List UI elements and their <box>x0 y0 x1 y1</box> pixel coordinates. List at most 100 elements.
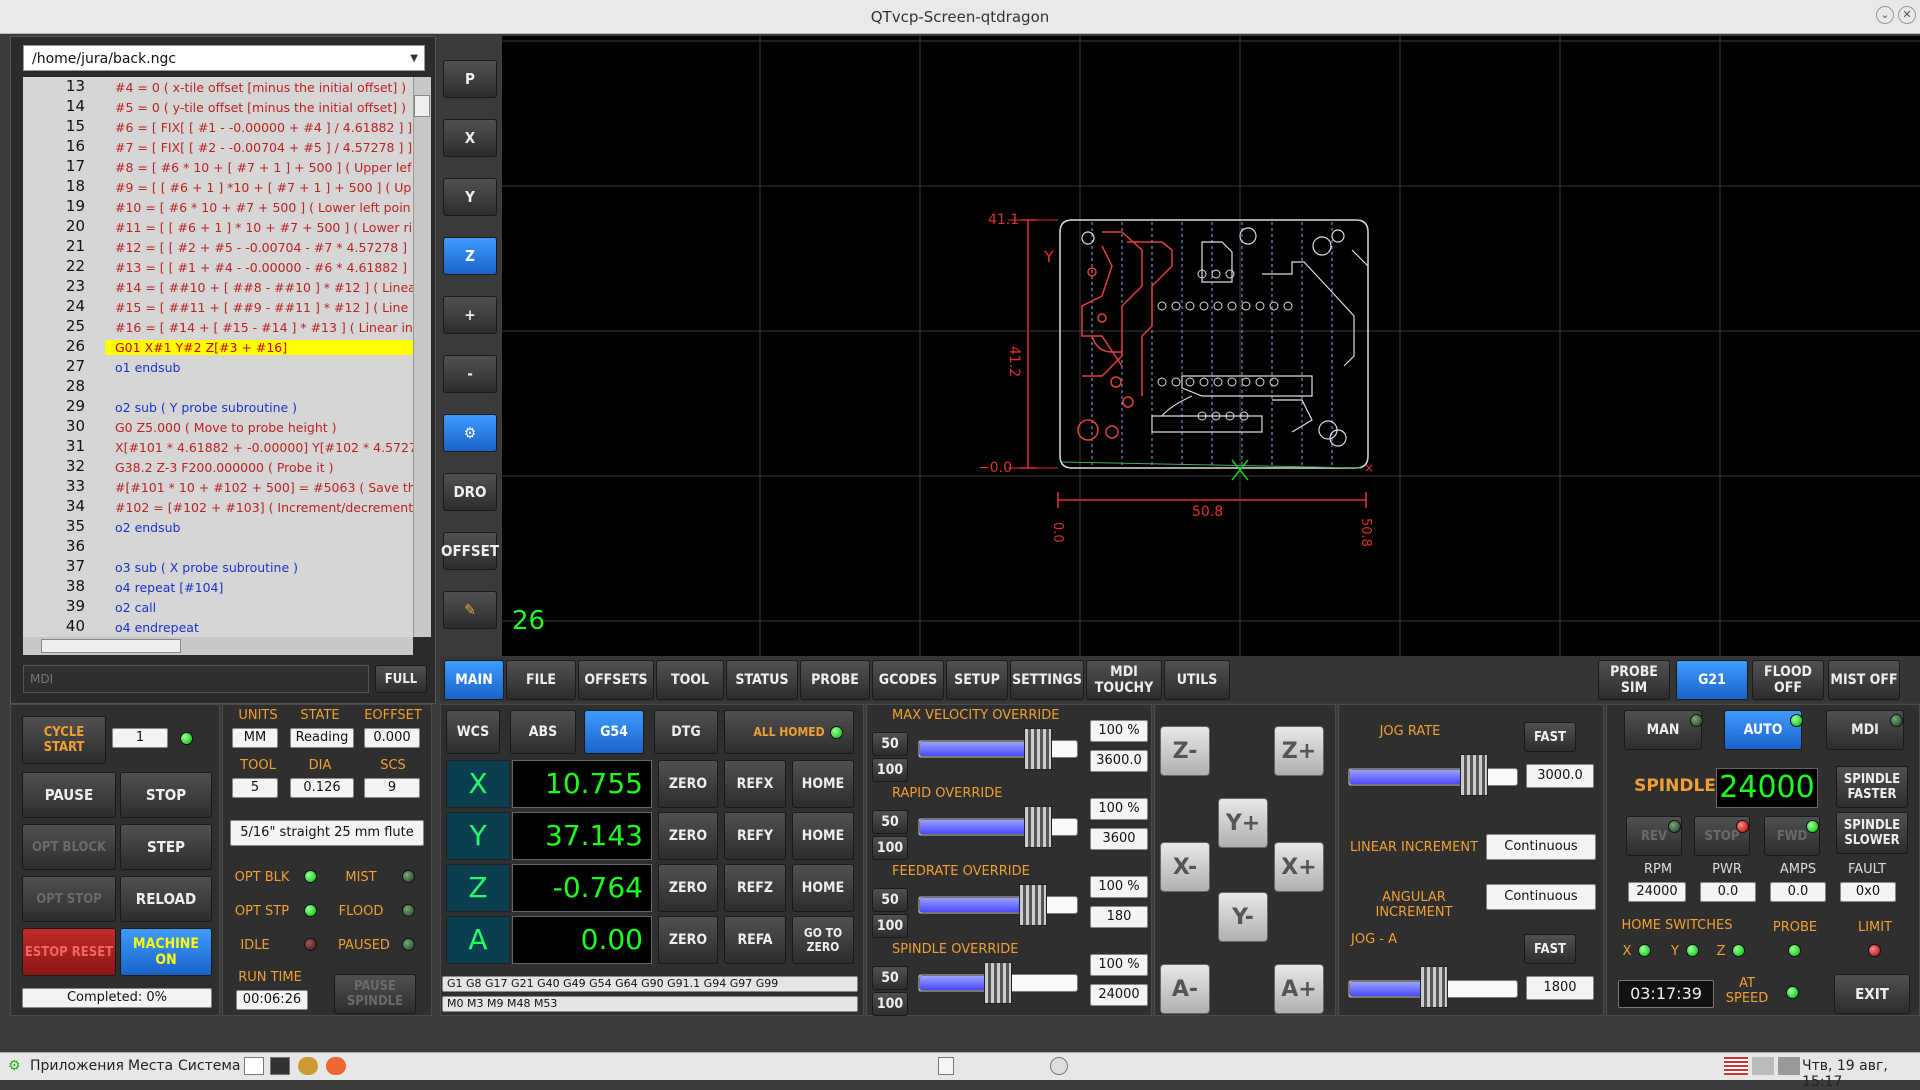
gcode-line[interactable]: 40 o4 endrepeat <box>23 617 413 637</box>
tab-mdi-touchy[interactable]: MDI TOUCHY <box>1086 660 1162 700</box>
x-view-button[interactable]: X <box>443 119 497 157</box>
vertical-scroll-thumb[interactable] <box>414 95 430 117</box>
tab-gcodes[interactable]: GCODES <box>872 660 944 700</box>
jog-a-minus-button[interactable]: A- <box>1160 964 1210 1014</box>
tab-tool[interactable]: TOOL <box>656 660 724 700</box>
toggle-g21[interactable]: G21 <box>1676 660 1748 700</box>
vertical-scrollbar[interactable] <box>413 77 431 637</box>
terminal-icon[interactable] <box>270 1057 290 1075</box>
linuxcnc-icon[interactable] <box>298 1057 318 1075</box>
home-a-button[interactable]: GO TO ZERO <box>792 916 854 964</box>
taskbar-system[interactable]: Система <box>178 1058 240 1074</box>
taskbar-places[interactable]: Места <box>128 1058 173 1074</box>
minimize-icon[interactable]: ⌄ <box>1876 6 1894 24</box>
window-list-icon[interactable] <box>938 1057 954 1075</box>
pause-button[interactable]: PAUSE <box>22 772 116 818</box>
tab-file[interactable]: FILE <box>506 660 576 700</box>
home-x-button[interactable]: HOME <box>792 760 854 808</box>
keyboard-layout-flag-icon[interactable] <box>1724 1057 1748 1075</box>
override-100-button[interactable]: 100 <box>872 914 908 938</box>
dro-toggle-button[interactable]: DRO <box>443 473 497 511</box>
toggle-flood-off[interactable]: FLOOD OFF <box>1752 660 1824 700</box>
machine-on-button[interactable]: MACHINE ON <box>120 928 212 976</box>
network-icon[interactable] <box>1752 1057 1774 1075</box>
gcode-line[interactable]: 14 #5 = 0 ( y-tile offset [minus the init… <box>23 97 413 117</box>
tab-utils[interactable]: UTILS <box>1164 660 1230 700</box>
jog-a-handle[interactable] <box>1420 966 1448 1008</box>
override-50-button[interactable]: 50 <box>872 888 908 912</box>
override-100-button[interactable]: 100 <box>872 836 908 860</box>
gcode-line[interactable]: 33 #[#101 * 10 + #102 + 500] = #5063 ( Sa… <box>23 477 413 497</box>
y-view-button[interactable]: Y <box>443 178 497 216</box>
gcode-text-area[interactable]: 13 #4 = 0 ( x-tile offset [minus the init… <box>23 77 413 637</box>
jog-fast-button[interactable]: FAST <box>1524 722 1576 752</box>
tab-offsets[interactable]: OFFSETS <box>578 660 654 700</box>
pause-spindle-button[interactable]: PAUSE SPINDLE <box>334 974 416 1014</box>
tool-view-icon[interactable]: ⚙ <box>443 414 497 452</box>
workspace-icon[interactable] <box>1050 1057 1068 1075</box>
wcs-button[interactable]: WCS <box>446 710 500 754</box>
jog-z-minus-button[interactable]: Z- <box>1160 726 1210 776</box>
toggle-probe-sim[interactable]: PROBE SIM <box>1598 660 1670 700</box>
zero-x-button[interactable]: ZERO <box>658 760 718 808</box>
jog-y-plus-button[interactable]: Y+ <box>1218 798 1268 848</box>
gcode-line[interactable]: 38 o4 repeat [#104] <box>23 577 413 597</box>
opt-stop-button[interactable]: OPT STOP <box>22 876 116 922</box>
home-z-button[interactable]: HOME <box>792 864 854 912</box>
file-path-combo[interactable]: /home/jura/back.ngc ▼ <box>23 45 425 71</box>
zoom-out-button[interactable]: - <box>443 355 497 393</box>
zero-a-button[interactable]: ZERO <box>658 916 718 964</box>
zoom-in-button[interactable]: + <box>443 296 497 334</box>
jog-rate-handle[interactable] <box>1460 754 1488 796</box>
gcode-line[interactable]: 30 G0 Z5.000 ( Move to probe height ) <box>23 417 413 437</box>
jog-y-minus-button[interactable]: Y- <box>1218 892 1268 942</box>
override-slider-handle[interactable] <box>984 962 1012 1004</box>
dtg-button[interactable]: DTG <box>654 710 718 754</box>
tab-settings[interactable]: SETTINGS <box>1010 660 1084 700</box>
zero-y-button[interactable]: ZERO <box>658 812 718 860</box>
horizontal-scroll-thumb[interactable] <box>41 639 181 653</box>
gcode-line[interactable]: 13 #4 = 0 ( x-tile offset [minus the init… <box>23 77 413 97</box>
full-button[interactable]: FULL <box>375 665 427 693</box>
p-view-button[interactable]: P <box>443 60 497 98</box>
exit-button[interactable]: EXIT <box>1834 974 1910 1014</box>
volume-icon[interactable] <box>1778 1057 1800 1075</box>
gcode-line[interactable]: 29 o2 sub ( Y probe subroutine ) <box>23 397 413 417</box>
step-button[interactable]: STEP <box>120 824 212 870</box>
gcode-line[interactable]: 32 G38.2 Z-3 F200.000000 ( Probe it ) <box>23 457 413 477</box>
override-slider-handle[interactable] <box>1019 884 1047 926</box>
gcode-line[interactable]: 27 o1 endsub <box>23 357 413 377</box>
gcode-line[interactable]: 17 #8 = [ #6 * 10 + [ #7 + 1 ] + 500 ] ( … <box>23 157 413 177</box>
menu-icon[interactable]: ⚙ <box>8 1058 21 1074</box>
ref-x-button[interactable]: REFX <box>724 760 786 808</box>
mdi-input[interactable]: MDI <box>23 665 369 693</box>
ref-y-button[interactable]: REFY <box>724 812 786 860</box>
override-50-button[interactable]: 50 <box>872 966 908 990</box>
override-50-button[interactable]: 50 <box>872 732 908 756</box>
gcode-line[interactable]: 16 #7 = [ FIX[ [ #2 - -0.00704 + #5 ] / 4… <box>23 137 413 157</box>
gcode-line[interactable]: 24 #15 = [ ##11 + [ ##9 - ##11 ] * #12 ] … <box>23 297 413 317</box>
jog-z-plus-button[interactable]: Z+ <box>1274 726 1324 776</box>
close-icon[interactable]: ✕ <box>1898 6 1916 24</box>
gcode-line[interactable]: 37 o3 sub ( X probe subroutine ) <box>23 557 413 577</box>
gcode-line[interactable]: 39 o2 call <box>23 597 413 617</box>
z-view-button[interactable]: Z <box>443 237 497 275</box>
override-50-button[interactable]: 50 <box>872 810 908 834</box>
override-100-button[interactable]: 100 <box>872 992 908 1016</box>
reload-button[interactable]: RELOAD <box>120 876 212 922</box>
gcode-line[interactable]: 19 #10 = [ #6 * 10 + #7 + 500 ] ( Lower l… <box>23 197 413 217</box>
spindle-slower-button[interactable]: SPINDLE SLOWER <box>1836 812 1908 854</box>
taskbar-apps[interactable]: Приложения <box>30 1058 124 1074</box>
tab-probe[interactable]: PROBE <box>800 660 870 700</box>
zero-z-button[interactable]: ZERO <box>658 864 718 912</box>
gcode-line[interactable]: 31 X[#101 * 4.61882 + -0.00000] Y[#102 * … <box>23 437 413 457</box>
ref-z-button[interactable]: REFZ <box>724 864 786 912</box>
toggle-mist-off[interactable]: MIST OFF <box>1828 660 1900 700</box>
gcode-line[interactable]: 22 #13 = [ [ #1 + #4 - -0.00000 - #6 * 4.… <box>23 257 413 277</box>
home-y-button[interactable]: HOME <box>792 812 854 860</box>
ref-a-button[interactable]: REFA <box>724 916 786 964</box>
g54-button[interactable]: G54 <box>584 710 644 754</box>
abs-button[interactable]: ABS <box>510 710 576 754</box>
jog-a-fast-button[interactable]: FAST <box>1524 934 1576 964</box>
override-100-button[interactable]: 100 <box>872 758 908 782</box>
